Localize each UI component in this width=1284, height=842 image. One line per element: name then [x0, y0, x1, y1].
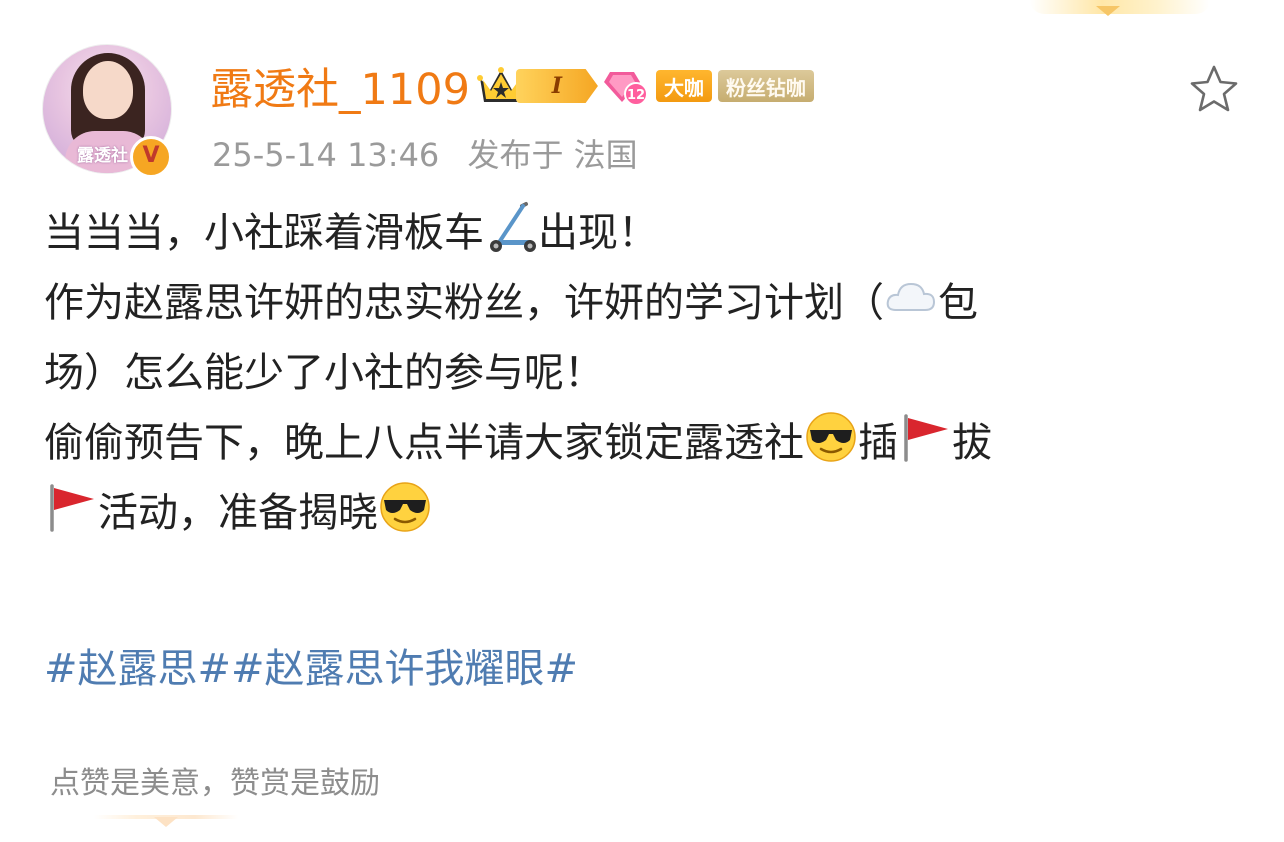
scooter-emoji — [490, 202, 536, 252]
badge-dakai[interactable]: 大咖 — [655, 70, 712, 102]
user-level-badge[interactable]: I — [515, 69, 598, 103]
post-meta: 25-5-14 13:46 发布于 法国 — [212, 130, 656, 176]
svip-diamond-icon[interactable]: 12 — [603, 66, 650, 106]
red-flag-emoji — [50, 484, 94, 532]
svip-level: 12 — [627, 88, 645, 103]
post-content: 当当当，小社踩着滑板车 出现！ 作为赵露思许妍的忠实粉丝，许妍的学习计划（ 包 … — [44, 198, 1254, 548]
avatar-caption: 露透社 — [77, 146, 128, 166]
post-line-2: 作为赵露思许妍的忠实粉丝，许妍的学习计划（ 包 — [44, 268, 1254, 338]
hashtag-link[interactable]: #赵露思许我耀眼# — [231, 646, 578, 692]
hashtag-link[interactable]: #赵露思# — [44, 646, 231, 692]
post-line-4: 偷偷预告下，晚上八点半请大家锁定露透社 插 拔 — [44, 408, 1254, 478]
post-line-3: 场）怎么能少了小社的参与呢！ — [44, 350, 604, 396]
red-flag-emoji — [904, 414, 948, 462]
author-name[interactable]: 露透社_1109 — [210, 55, 470, 117]
author-name-row: 露透社_1109 I 12 大咖 粉丝钻咖 — [210, 55, 814, 117]
author-avatar[interactable]: 露透社 V — [42, 44, 172, 178]
cloud-emoji — [886, 282, 936, 311]
sunglasses-emoji — [806, 412, 856, 462]
post-line-5: 活动，准备揭晓 — [44, 478, 1254, 548]
reward-prompt: 点赞是美意，赞赏是鼓励 — [50, 766, 380, 801]
post-time: 25-5-14 13:46 — [212, 136, 440, 174]
verified-icon: V — [130, 136, 172, 178]
sunglasses-emoji — [380, 482, 430, 532]
badge-fan-diamond[interactable]: 粉丝钻咖 — [717, 70, 814, 102]
favorite-star-icon[interactable] — [1188, 64, 1240, 114]
post-location: 发布于 法国 — [467, 136, 638, 174]
reward-decoration — [94, 815, 238, 827]
hashtag-row: #赵露思##赵露思许我耀眼# — [44, 636, 578, 694]
top-decoration — [1030, 0, 1210, 16]
post-line-1: 当当当，小社踩着滑板车 出现！ — [44, 198, 1254, 268]
